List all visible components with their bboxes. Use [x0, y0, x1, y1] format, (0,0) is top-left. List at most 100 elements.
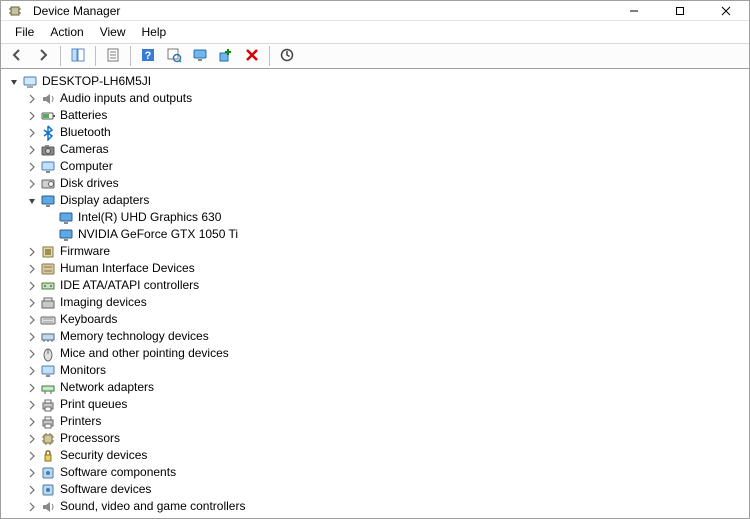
category-label: Security devices [60, 447, 147, 464]
collapse-icon[interactable] [7, 75, 21, 89]
expand-icon[interactable] [25, 466, 39, 480]
category-node[interactable]: Bluetooth [3, 124, 749, 141]
expand-icon[interactable] [25, 449, 39, 463]
device-label: Intel(R) UHD Graphics 630 [78, 209, 221, 226]
software-icon [40, 465, 56, 481]
app-icon [7, 3, 23, 19]
root-node[interactable]: DESKTOP-LH6M5JI [3, 73, 749, 90]
expand-icon[interactable] [25, 126, 39, 140]
expand-icon[interactable] [25, 92, 39, 106]
help-button[interactable] [136, 44, 160, 68]
category-node[interactable]: Printers [3, 413, 749, 430]
category-node[interactable]: Software components [3, 464, 749, 481]
category-node[interactable]: Print queues [3, 396, 749, 413]
scan-hardware-button[interactable] [162, 44, 186, 68]
expand-icon[interactable] [25, 262, 39, 276]
category-node[interactable]: Sound, video and game controllers [3, 498, 749, 515]
category-node[interactable]: Monitors [3, 362, 749, 379]
close-button[interactable] [703, 1, 749, 20]
expand-icon[interactable] [25, 381, 39, 395]
category-node[interactable]: Batteries [3, 107, 749, 124]
expand-icon[interactable] [25, 143, 39, 157]
scan-icon [166, 47, 182, 66]
expand-icon[interactable] [25, 415, 39, 429]
expand-icon[interactable] [25, 330, 39, 344]
category-node[interactable]: IDE ATA/ATAPI controllers [3, 277, 749, 294]
category-label: Bluetooth [60, 124, 111, 141]
expand-icon[interactable] [25, 500, 39, 514]
maximize-button[interactable] [657, 1, 703, 20]
show-hidden-button[interactable] [188, 44, 212, 68]
forward-arrow-icon [35, 47, 51, 66]
device-tree[interactable]: DESKTOP-LH6M5JI Audio inputs and outputs… [1, 70, 749, 518]
camera-icon [40, 142, 56, 158]
monitor-icon [40, 363, 56, 379]
collapse-icon[interactable] [25, 194, 39, 208]
category-node[interactable]: Imaging devices [3, 294, 749, 311]
software-icon [40, 482, 56, 498]
client-area: DESKTOP-LH6M5JI Audio inputs and outputs… [1, 69, 749, 518]
expand-icon[interactable] [25, 432, 39, 446]
display-icon [40, 193, 56, 209]
hid-icon [40, 261, 56, 277]
add-hardware-button[interactable] [214, 44, 238, 68]
category-label: Memory technology devices [60, 328, 209, 345]
expand-icon[interactable] [25, 483, 39, 497]
category-label: Imaging devices [60, 294, 147, 311]
uninstall-button[interactable] [240, 44, 264, 68]
category-label: Processors [60, 430, 120, 447]
category-label: Display adapters [60, 192, 149, 209]
menu-file[interactable]: File [7, 23, 42, 41]
category-node[interactable]: Software devices [3, 481, 749, 498]
device-node[interactable]: NVIDIA GeForce GTX 1050 Ti [3, 226, 749, 243]
expand-icon[interactable] [25, 347, 39, 361]
device-manager-window: Device Manager File Action View Help [0, 0, 750, 519]
minimize-button[interactable] [611, 1, 657, 20]
category-node[interactable]: Cameras [3, 141, 749, 158]
category-node[interactable]: Mice and other pointing devices [3, 345, 749, 362]
category-label: Cameras [60, 141, 109, 158]
back-button[interactable] [5, 44, 29, 68]
category-label: Mice and other pointing devices [60, 345, 229, 362]
category-label: Monitors [60, 362, 106, 379]
category-node[interactable]: Firmware [3, 243, 749, 260]
ide-icon [40, 278, 56, 294]
category-label: Human Interface Devices [60, 260, 195, 277]
expand-icon[interactable] [25, 279, 39, 293]
expand-icon[interactable] [25, 398, 39, 412]
show-hide-tree-button[interactable] [66, 44, 90, 68]
expand-icon[interactable] [25, 296, 39, 310]
menu-help[interactable]: Help [134, 23, 175, 41]
category-label: Network adapters [60, 379, 154, 396]
computer-icon [40, 159, 56, 175]
category-node[interactable]: Memory technology devices [3, 328, 749, 345]
category-node[interactable]: Keyboards [3, 311, 749, 328]
category-node[interactable]: Computer [3, 158, 749, 175]
expand-icon[interactable] [25, 177, 39, 191]
memory-icon [40, 329, 56, 345]
expand-icon[interactable] [25, 364, 39, 378]
category-node[interactable]: Disk drives [3, 175, 749, 192]
category-node[interactable]: Security devices [3, 447, 749, 464]
menu-action[interactable]: Action [42, 23, 91, 41]
toolbar-separator [269, 46, 270, 66]
network-icon [40, 380, 56, 396]
category-node[interactable]: Processors [3, 430, 749, 447]
firmware-icon [40, 244, 56, 260]
properties-button[interactable] [101, 44, 125, 68]
expand-icon[interactable] [25, 245, 39, 259]
expand-icon[interactable] [25, 313, 39, 327]
category-label: Disk drives [60, 175, 119, 192]
forward-button[interactable] [31, 44, 55, 68]
expand-icon[interactable] [25, 109, 39, 123]
menu-view[interactable]: View [92, 23, 134, 41]
category-label: Batteries [60, 107, 107, 124]
expand-icon[interactable] [25, 160, 39, 174]
category-node[interactable]: Human Interface Devices [3, 260, 749, 277]
update-driver-button[interactable] [275, 44, 299, 68]
category-node[interactable]: Display adapters [3, 192, 749, 209]
device-node[interactable]: Intel(R) UHD Graphics 630 [3, 209, 749, 226]
toolbar-separator [95, 46, 96, 66]
category-node[interactable]: Audio inputs and outputs [3, 90, 749, 107]
category-node[interactable]: Network adapters [3, 379, 749, 396]
